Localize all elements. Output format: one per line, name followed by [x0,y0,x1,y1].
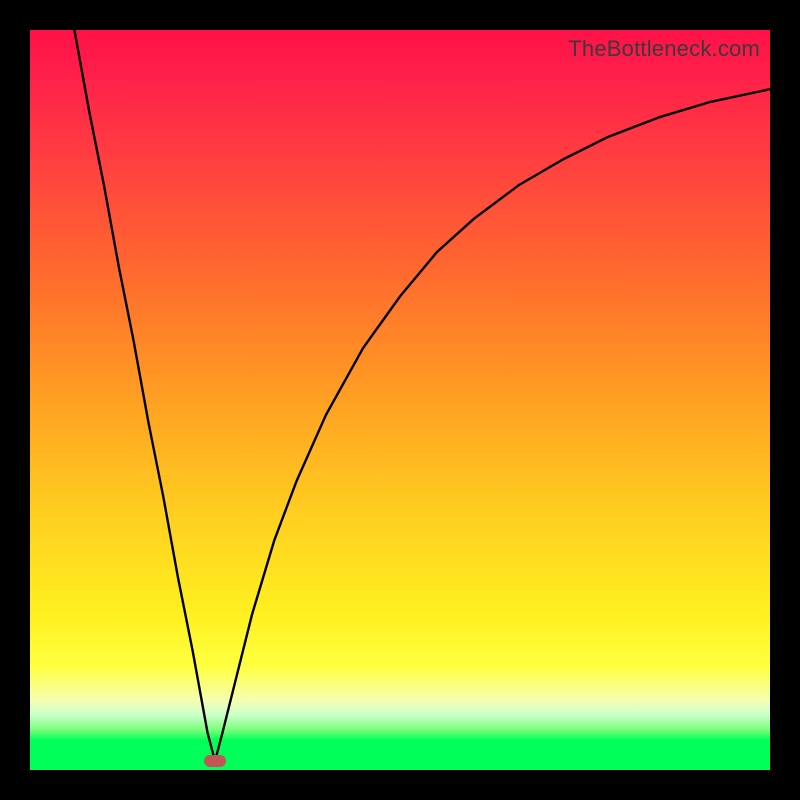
minimum-marker [204,755,226,767]
plot-area: TheBottleneck.com [30,30,770,770]
chart-frame: TheBottleneck.com [0,0,800,800]
watermark-text: TheBottleneck.com [568,36,760,62]
bottleneck-curve [30,30,770,770]
